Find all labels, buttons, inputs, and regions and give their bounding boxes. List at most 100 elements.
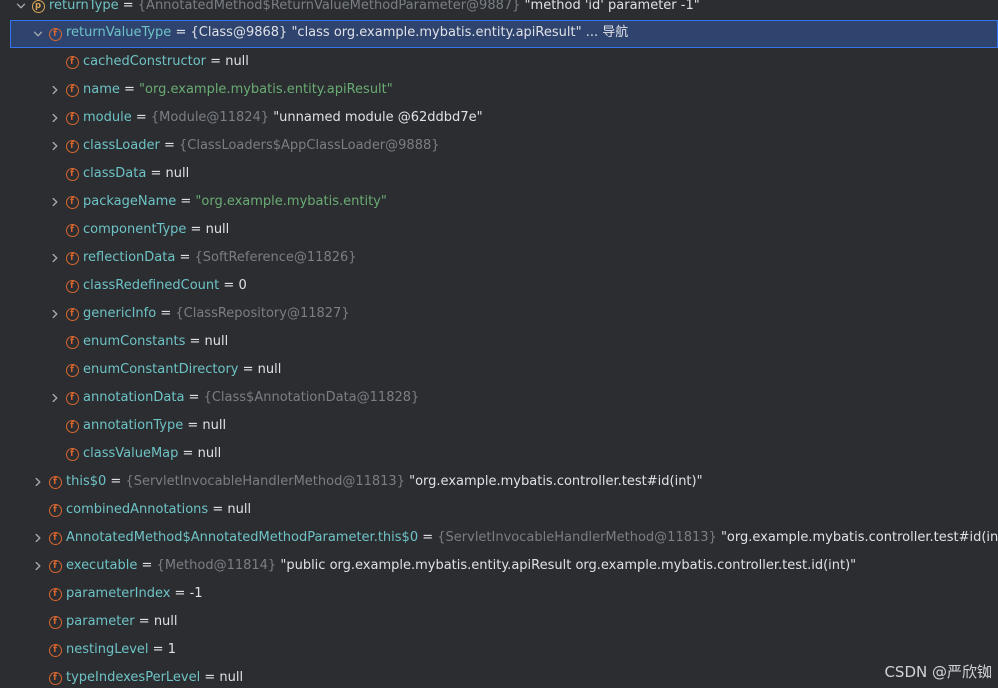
variable-name: this$0 [66,474,107,489]
object-reference: {Module@11824} [150,110,270,125]
variable-row[interactable]: f classRedefinedCount = 0 [0,272,998,300]
chevron-right-icon[interactable] [49,132,61,160]
variable-line: componentType = null [83,216,229,244]
variable-name: reflectionData [83,250,176,265]
variable-line: typeIndexesPerLevel = null [66,664,243,688]
variable-name: packageName [83,194,177,209]
field-icon: f [48,580,62,608]
chevron-right-icon[interactable] [49,300,61,328]
variable-line: packageName = "org.example.mybatis.entit… [83,188,387,216]
field-icon: f [65,244,79,272]
variable-line: annotationData = {Class$AnnotationData@1… [83,384,419,412]
variable-value: null [227,502,252,517]
field-icon: f [65,132,79,160]
field-icon: f [48,608,62,636]
field-icon: f [65,48,79,76]
variable-row[interactable]: f cachedConstructor = null [0,48,998,76]
variable-value: "org.example.mybatis.entity.apiResult" [139,82,393,97]
chevron-right-icon[interactable] [49,104,61,132]
equals-sign: = [175,250,195,265]
variable-value: "public org.example.mybatis.entity.apiRe… [280,558,857,573]
variable-row[interactable]: f returnValueType = {Class@9868} "class o… [10,20,998,48]
variable-line: reflectionData = {SoftReference@11826} [83,244,357,272]
variable-row[interactable]: f parameter = null [0,608,998,636]
chevron-right-icon[interactable] [32,552,44,580]
variable-name: componentType [83,222,187,237]
field-icon: f [65,300,79,328]
variable-row[interactable]: f enumConstantDirectory = null [0,356,998,384]
variable-name: typeIndexesPerLevel [66,670,201,685]
variable-line: returnValueType = {Class@9868} "class or… [66,20,628,48]
chevron-right-icon[interactable] [49,76,61,104]
variable-value: "org.example.mybatis.controller.test#id(… [409,474,703,489]
variable-line: parameter = null [66,608,178,636]
variable-row[interactable]: f nestingLevel = 1 [0,636,998,664]
field-icon: f [48,636,62,664]
variable-name: returnValueType [66,25,172,40]
variable-line: annotationType = null [83,412,226,440]
variable-row[interactable]: f typeIndexesPerLevel = null [0,664,998,688]
equals-sign: = [176,194,196,209]
variable-row[interactable]: f enumConstants = null [0,328,998,356]
variable-line: enumConstantDirectory = null [83,356,281,384]
variable-name: combinedAnnotations [66,502,209,517]
equals-sign: = [134,614,154,629]
field-icon: f [48,496,62,524]
variable-line: returnType = {AnnotatedMethod$ReturnValu… [49,0,700,20]
variable-value: 1 [167,642,176,657]
variable-value: null [153,614,178,629]
field-icon: f [65,440,79,468]
variable-row[interactable]: f annotationType = null [0,412,998,440]
navigate-link[interactable]: ... 导航 [586,25,629,40]
equals-sign: = [106,474,126,489]
variable-name: name [83,82,120,97]
variable-value: "unnamed module @62ddbd7e" [273,110,483,125]
variable-row[interactable]: f annotationData = {Class$AnnotationData@… [0,384,998,412]
variable-row[interactable]: p returnType = {AnnotatedMethod$ReturnVal… [0,0,998,20]
variable-row[interactable]: f module = {Module@11824} "unnamed module… [0,104,998,132]
field-icon: f [48,524,62,552]
variable-line: classLoader = {ClassLoaders$AppClassLoad… [83,132,440,160]
variable-name: classValueMap [83,446,179,461]
variable-value: null [197,446,222,461]
equals-sign: = [208,502,228,517]
variable-row[interactable]: f this$0 = {ServletInvocableHandlerMethod… [0,468,998,496]
chevron-right-icon[interactable] [32,468,44,496]
field-icon: f [65,104,79,132]
variable-row[interactable]: f reflectionData = {SoftReference@11826} [0,244,998,272]
variable-row[interactable]: f componentType = null [0,216,998,244]
field-icon: f [48,468,62,496]
object-reference: {ServletInvocableHandlerMethod@11813} [437,530,717,545]
variable-line: classRedefinedCount = 0 [83,272,247,300]
equals-sign: = [146,166,166,181]
variable-row[interactable]: f genericInfo = {ClassRepository@11827} [0,300,998,328]
variable-row[interactable]: f classData = null [0,160,998,188]
chevron-right-icon[interactable] [49,244,61,272]
chevron-right-icon[interactable] [49,188,61,216]
variable-name: parameterIndex [66,586,171,601]
variable-row[interactable]: f combinedAnnotations = null [0,496,998,524]
equals-sign: = [171,25,191,40]
variable-name: enumConstantDirectory [83,362,239,377]
equals-sign: = [118,0,138,13]
equals-sign: = [137,558,157,573]
chevron-down-icon[interactable] [32,20,44,48]
variable-row[interactable]: f classLoader = {ClassLoaders$AppClassLoa… [0,132,998,160]
chevron-down-icon[interactable] [15,0,27,20]
variable-row[interactable]: f packageName = "org.example.mybatis.enti… [0,188,998,216]
variable-value: null [205,222,230,237]
equals-sign: = [184,390,204,405]
chevron-right-icon[interactable] [49,384,61,412]
variable-row[interactable]: f name = "org.example.mybatis.entity.apiR… [0,76,998,104]
chevron-right-icon[interactable] [32,524,44,552]
variable-line: cachedConstructor = null [83,48,249,76]
variable-row[interactable]: f AnnotatedMethod$AnnotatedMethodParamete… [0,524,998,552]
variable-row[interactable]: f executable = {Method@11814} "public org… [0,552,998,580]
variable-line: parameterIndex = -1 [66,580,203,608]
variable-row[interactable]: f classValueMap = null [0,440,998,468]
equals-sign: = [131,110,151,125]
variable-row[interactable]: f parameterIndex = -1 [0,580,998,608]
variable-name: classData [83,166,147,181]
variable-name: cachedConstructor [83,54,207,69]
csdn-watermark: CSDN @严欣铷 [884,663,992,681]
